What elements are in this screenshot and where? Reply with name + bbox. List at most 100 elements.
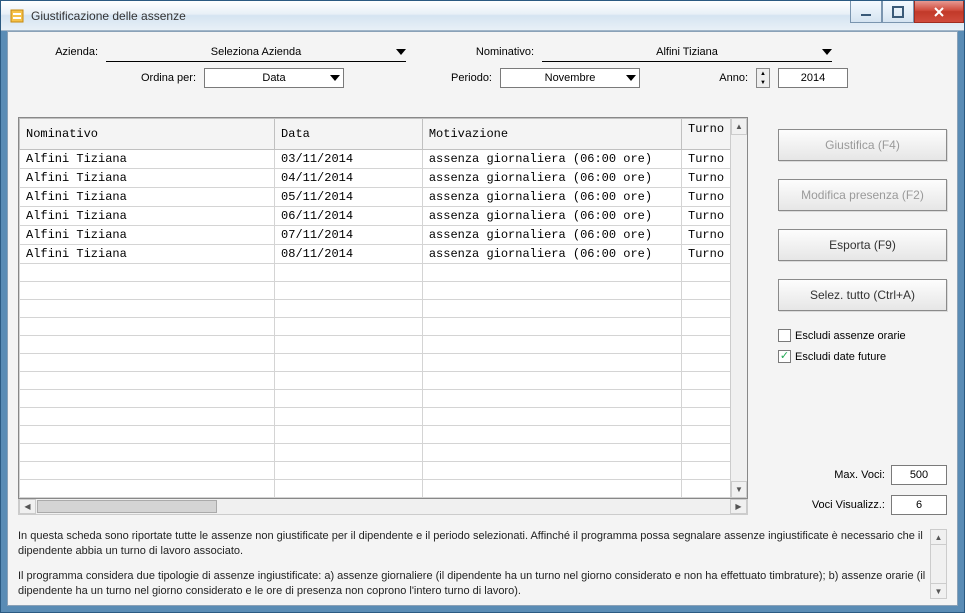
scroll-up-icon[interactable]: ▲	[731, 118, 747, 135]
scroll-down-icon[interactable]: ▼	[931, 583, 946, 598]
table-row[interactable]	[20, 282, 747, 300]
cell-motivazione: assenza giornaliera (06:00 ore)	[422, 226, 681, 245]
cell-data: 04/11/2014	[275, 169, 423, 188]
cell-data: 05/11/2014	[275, 188, 423, 207]
app-window: Giustificazione delle assenze Azienda: S…	[0, 0, 965, 613]
table-row[interactable]	[20, 408, 747, 426]
cell-motivazione: assenza giornaliera (06:00 ore)	[422, 169, 681, 188]
cell-data	[275, 408, 423, 426]
cell-motivazione	[422, 480, 681, 498]
anno-label: Anno:	[688, 72, 748, 84]
cell-nominativo: Alfini Tiziana	[20, 188, 275, 207]
scroll-right-icon[interactable]: ▶	[730, 499, 747, 514]
col-data[interactable]: Data	[275, 119, 423, 150]
window-controls	[850, 1, 964, 23]
cell-nominativo: Alfini Tiziana	[20, 226, 275, 245]
periodo-select[interactable]: Novembre	[500, 68, 640, 88]
table-row[interactable]: Alfini Tiziana04/11/2014assenza giornali…	[20, 169, 747, 188]
azienda-label: Azienda:	[18, 46, 98, 58]
action-sidebar: Giustifica (F4) Modifica presenza (F2) E…	[748, 117, 947, 515]
cell-motivazione: assenza giornaliera (06:00 ore)	[422, 150, 681, 169]
table-row[interactable]	[20, 300, 747, 318]
maxvoci-input[interactable]: 500	[891, 465, 947, 485]
cell-motivazione	[422, 390, 681, 408]
cell-nominativo: Alfini Tiziana	[20, 207, 275, 226]
escludi-future-checkbox[interactable]	[778, 350, 791, 363]
anno-input[interactable]: 2014	[778, 68, 848, 88]
table-row[interactable]	[20, 480, 747, 498]
table-row[interactable]	[20, 264, 747, 282]
table-row[interactable]	[20, 336, 747, 354]
cell-data	[275, 300, 423, 318]
table-row[interactable]	[20, 426, 747, 444]
cell-nominativo	[20, 318, 275, 336]
cell-data	[275, 462, 423, 480]
cell-nominativo	[20, 354, 275, 372]
cell-motivazione	[422, 300, 681, 318]
table-row[interactable]	[20, 462, 747, 480]
scroll-thumb[interactable]	[37, 500, 217, 513]
giustifica-button[interactable]: Giustifica (F4)	[778, 129, 947, 161]
cell-nominativo	[20, 480, 275, 498]
table-row[interactable]: Alfini Tiziana06/11/2014assenza giornali…	[20, 207, 747, 226]
escludi-future-label: Escludi date future	[795, 351, 886, 363]
table-row[interactable]	[20, 444, 747, 462]
periodo-label: Periodo:	[392, 72, 492, 84]
absences-table[interactable]: Nominativo Data Motivazione Turno c▲ Alf…	[19, 118, 747, 498]
scroll-up-icon[interactable]: ▲	[931, 530, 946, 545]
escludi-orarie-checkbox[interactable]	[778, 329, 791, 342]
scroll-left-icon[interactable]: ◀	[19, 499, 36, 514]
escludi-future-row: Escludi date future	[778, 350, 947, 363]
col-nominativo[interactable]: Nominativo	[20, 119, 275, 150]
table-row[interactable]	[20, 390, 747, 408]
cell-data	[275, 354, 423, 372]
cell-data: 06/11/2014	[275, 207, 423, 226]
close-button[interactable]	[914, 1, 964, 23]
app-icon	[9, 8, 25, 24]
col-motivazione[interactable]: Motivazione	[422, 119, 681, 150]
table-row[interactable]: Alfini Tiziana08/11/2014assenza giornali…	[20, 245, 747, 264]
nominativo-select[interactable]: Alfini Tiziana	[542, 42, 832, 62]
cell-data	[275, 372, 423, 390]
maximize-button[interactable]	[882, 1, 914, 23]
cell-motivazione	[422, 354, 681, 372]
cell-data	[275, 336, 423, 354]
anno-spinner[interactable]: ▲▼	[756, 68, 770, 88]
scroll-down-icon[interactable]: ▼	[731, 481, 747, 498]
filter-panel: Azienda: Seleziona Azienda Nominativo: A…	[8, 32, 957, 100]
anno-value: 2014	[801, 72, 825, 84]
main-area: Nominativo Data Motivazione Turno c▲ Alf…	[18, 117, 947, 515]
cell-nominativo	[20, 282, 275, 300]
azienda-select[interactable]: Seleziona Azienda	[106, 42, 406, 62]
cell-motivazione: assenza giornaliera (06:00 ore)	[422, 245, 681, 264]
chevron-down-icon	[330, 75, 340, 81]
table-row[interactable]	[20, 354, 747, 372]
help-paragraph-2: Il programma considera due tipologie di …	[18, 569, 929, 599]
help-scrollbar[interactable]: ▲ ▼	[930, 529, 947, 599]
escludi-orarie-label: Escludi assenze orarie	[795, 330, 906, 342]
esporta-button[interactable]: Esporta (F9)	[778, 229, 947, 261]
minimize-button[interactable]	[850, 1, 882, 23]
table-row[interactable]	[20, 318, 747, 336]
maxvoci-label: Max. Voci:	[834, 469, 885, 481]
horizontal-scrollbar[interactable]: ◀ ▶	[18, 498, 748, 515]
table-row[interactable]: Alfini Tiziana03/11/2014assenza giornali…	[20, 150, 747, 169]
periodo-value: Novembre	[501, 72, 639, 84]
client-area: Azienda: Seleziona Azienda Nominativo: A…	[7, 31, 958, 606]
table-row[interactable]: Alfini Tiziana07/11/2014assenza giornali…	[20, 226, 747, 245]
cell-data: 07/11/2014	[275, 226, 423, 245]
cell-motivazione	[422, 336, 681, 354]
cell-motivazione	[422, 282, 681, 300]
cell-nominativo	[20, 408, 275, 426]
ordina-select[interactable]: Data	[204, 68, 344, 88]
table-row[interactable]: Alfini Tiziana05/11/2014assenza giornali…	[20, 188, 747, 207]
titlebar[interactable]: Giustificazione delle assenze	[1, 1, 964, 31]
table-row[interactable]	[20, 372, 747, 390]
cell-nominativo	[20, 390, 275, 408]
vertical-scrollbar[interactable]: ▲ ▼	[730, 118, 747, 498]
help-text: In questa scheda sono riportate tutte le…	[18, 529, 929, 599]
cell-nominativo	[20, 264, 275, 282]
grid-scrollpane[interactable]: Nominativo Data Motivazione Turno c▲ Alf…	[18, 117, 748, 499]
modifica-presenza-button[interactable]: Modifica presenza (F2)	[778, 179, 947, 211]
seleziona-tutto-button[interactable]: Selez. tutto (Ctrl+A)	[778, 279, 947, 311]
